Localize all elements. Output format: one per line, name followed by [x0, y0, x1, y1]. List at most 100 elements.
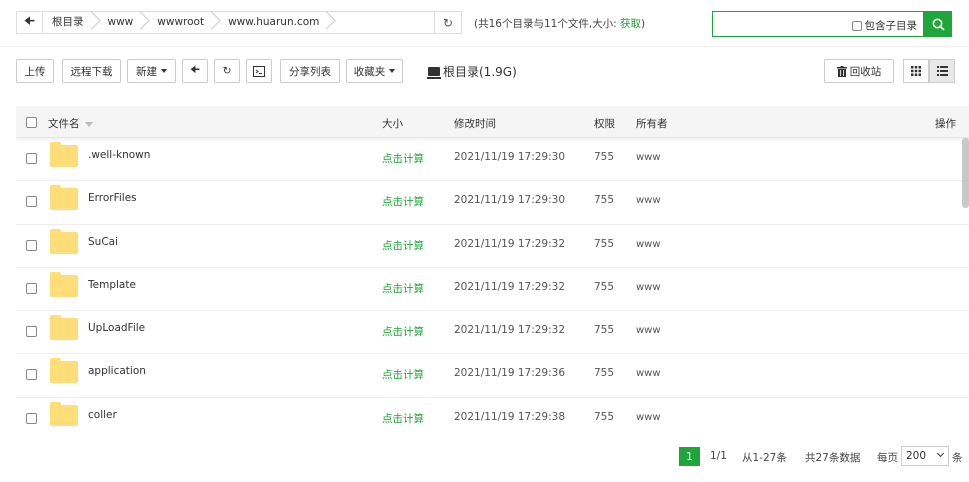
file-owner[interactable]: www [636, 412, 661, 423]
get-size-link[interactable]: 获取 [620, 18, 641, 30]
file-permission[interactable]: 755 [594, 281, 614, 293]
terminal-icon [253, 65, 265, 77]
file-mtime: 2021/11/19 17:29:30 [454, 194, 566, 207]
per-page-select[interactable]: 200 [901, 446, 949, 466]
back-button[interactable]: 🠈 [182, 59, 208, 83]
table-row[interactable]: Template 点击计算 2021/11/19 17:29:32 755 ww… [16, 268, 969, 312]
row-checkbox[interactable] [26, 326, 37, 338]
terminal-button[interactable] [246, 59, 272, 83]
breadcrumb-item-site[interactable]: www.huarun.com [218, 12, 333, 33]
file-name[interactable]: SuCai [88, 236, 118, 248]
file-permission[interactable]: 755 [594, 324, 614, 336]
column-header-owner: 所有者 [636, 118, 668, 130]
row-checkbox[interactable] [26, 282, 37, 294]
select-all-checkbox[interactable] [26, 117, 37, 128]
breadcrumb-item-root[interactable]: 根目录 [43, 12, 98, 33]
file-owner[interactable]: www [636, 195, 661, 206]
refresh-button[interactable]: ↻ [214, 59, 240, 83]
search-icon [932, 18, 945, 31]
file-permission[interactable]: 755 [594, 238, 614, 250]
favorites-button[interactable]: 收藏夹 [346, 59, 403, 83]
recycle-bin-button[interactable]: 回收站 [824, 59, 894, 83]
file-owner[interactable]: www [636, 368, 661, 379]
share-list-button[interactable]: 分享列表 [280, 59, 340, 83]
column-header-name[interactable]: 文件名 [48, 116, 93, 131]
table-row[interactable]: application 点击计算 2021/11/19 17:29:36 755… [16, 354, 969, 398]
top-bar: 🠈 根目录 www wwwroot www.huarun.com ↻ (共16个… [0, 0, 969, 46]
include-subdir-checkbox[interactable] [851, 20, 862, 31]
folder-icon [50, 358, 78, 384]
disk-root-button[interactable]: 根目录(1.9G) [427, 63, 517, 80]
favorites-button-label: 收藏夹 [353, 65, 386, 78]
folder-icon [50, 185, 78, 211]
calculate-size-link[interactable]: 点击计算 [382, 411, 424, 426]
file-name[interactable]: ErrorFiles [88, 192, 137, 204]
file-name[interactable]: Template [88, 279, 136, 291]
folder-icon [50, 315, 78, 341]
table-row[interactable]: ErrorFiles 点击计算 2021/11/19 17:29:30 755 … [16, 181, 969, 225]
file-name[interactable]: .well-known [88, 149, 150, 161]
file-permission[interactable]: 755 [594, 411, 614, 423]
refresh-path-button[interactable]: ↻ [435, 11, 462, 34]
list-view-button[interactable] [929, 59, 955, 83]
file-mtime: 2021/11/19 17:29:30 [454, 151, 566, 163]
row-checkbox[interactable] [26, 369, 37, 381]
calculate-size-link[interactable]: 点击计算 [382, 281, 424, 296]
per-page-label: 每页 [877, 452, 898, 464]
per-page-value: 200 [906, 450, 927, 462]
back-arrow-icon[interactable]: 🠈 [17, 12, 43, 33]
sort-icon [84, 121, 93, 127]
folder-icon [50, 228, 78, 254]
recycle-bin-label: 回收站 [849, 65, 882, 78]
column-header-mtime: 修改时间 [454, 118, 496, 130]
file-owner[interactable]: www [636, 239, 661, 250]
file-mtime: 2021/11/19 17:29:32 [454, 237, 566, 250]
file-owner[interactable]: www [636, 325, 661, 336]
path-breadcrumb: 🠈 根目录 www wwwroot www.huarun.com [16, 11, 435, 34]
disk-root-label: 根目录(1.9G) [443, 65, 517, 79]
toolbar: 上传 远程下载 新建 🠈 ↻ 分享列表 收藏夹 根目录(1.9G) 回收站 [0, 46, 969, 94]
table-row[interactable]: coller 点击计算 2021/11/19 17:29:38 755 www [16, 398, 969, 426]
calculate-size-link[interactable]: 点击计算 [382, 194, 424, 209]
trash-icon [836, 65, 847, 77]
file-mtime: 2021/11/19 17:29:36 [454, 367, 566, 380]
calculate-size-link[interactable]: 点击计算 [382, 367, 424, 382]
grid-view-button[interactable] [903, 59, 929, 83]
row-checkbox[interactable] [26, 196, 37, 208]
table-row[interactable]: UpLoadFile 点击计算 2021/11/19 17:29:32 755 … [16, 311, 969, 355]
table-row[interactable]: SuCai 点击计算 2021/11/19 17:29:32 755 www [16, 225, 969, 268]
file-permission[interactable]: 755 [594, 194, 614, 206]
breadcrumb-item-www[interactable]: www [98, 12, 148, 33]
calculate-size-link[interactable]: 点击计算 [382, 324, 424, 339]
file-name[interactable]: application [88, 365, 146, 377]
row-range: 从1-27条 [742, 452, 787, 464]
row-checkbox[interactable] [26, 239, 37, 251]
include-subdir-option[interactable]: 包含子目录 [851, 18, 918, 33]
breadcrumb-item-wwwroot[interactable]: wwwroot [147, 12, 218, 33]
upload-button[interactable]: 上传 [16, 59, 54, 83]
refresh-icon: ↻ [442, 15, 454, 30]
search-button[interactable] [924, 11, 952, 37]
file-name[interactable]: coller [88, 409, 117, 421]
disk-icon [427, 67, 441, 79]
chevron-down-icon [936, 449, 945, 458]
search-input[interactable]: 包含子目录 [712, 11, 924, 37]
file-name[interactable]: UpLoadFile [88, 322, 145, 334]
calculate-size-link[interactable]: 点击计算 [382, 151, 424, 166]
new-button[interactable]: 新建 [127, 59, 176, 83]
file-owner[interactable]: www [636, 152, 661, 163]
table-row[interactable]: .well-known 点击计算 2021/11/19 17:29:30 755… [16, 138, 969, 182]
include-subdir-label: 包含子目录 [864, 20, 918, 32]
table-scrollbar[interactable] [962, 138, 969, 208]
file-permission[interactable]: 755 [594, 151, 614, 163]
file-mtime: 2021/11/19 17:29:32 [454, 280, 566, 293]
column-header-perm: 权限 [594, 118, 615, 130]
file-owner[interactable]: www [636, 282, 661, 293]
column-header-name-label: 文件名 [48, 118, 80, 130]
remote-download-button[interactable]: 远程下载 [62, 59, 121, 83]
row-checkbox[interactable] [26, 412, 37, 424]
current-page-button[interactable]: 1 [679, 447, 700, 466]
row-checkbox[interactable] [26, 153, 37, 164]
file-permission[interactable]: 755 [594, 367, 614, 379]
calculate-size-link[interactable]: 点击计算 [382, 238, 424, 253]
